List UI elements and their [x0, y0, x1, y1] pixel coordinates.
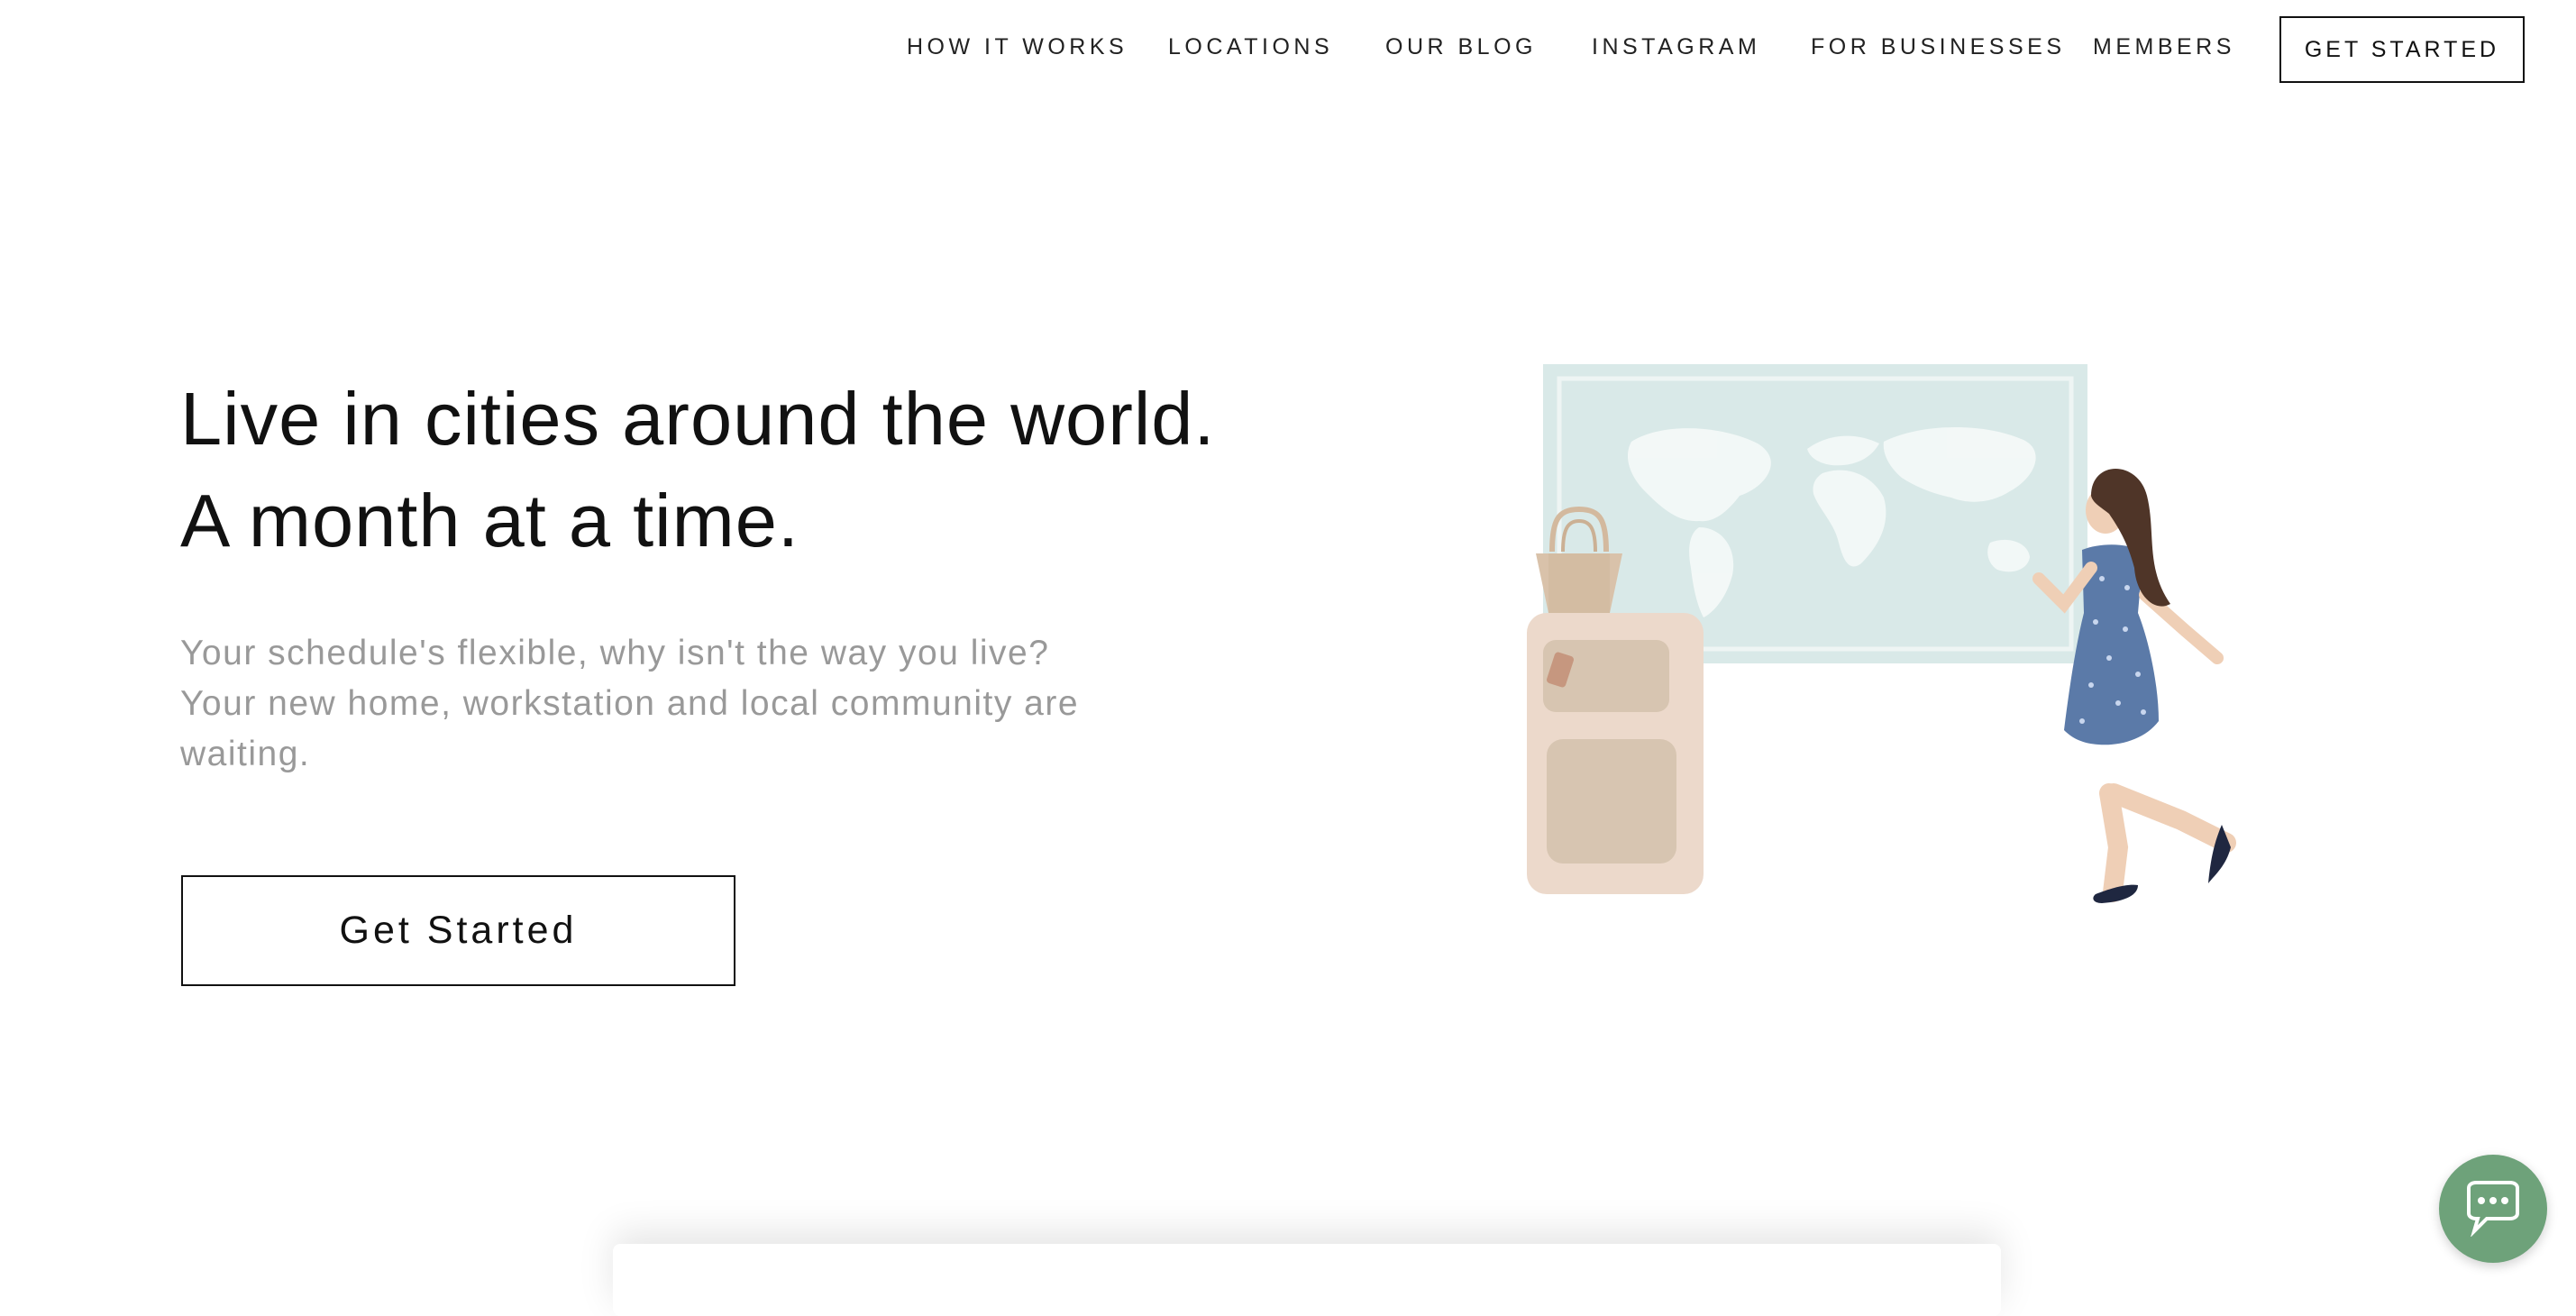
hero-subtitle-line-1: Your schedule's flexible, why isn't the …	[180, 634, 1050, 672]
nav-link-for-businesses[interactable]: FOR BUSINESSES	[1811, 34, 2066, 60]
top-nav: HOW IT WORKS LOCATIONS OUR BLOG INSTAGRA…	[0, 0, 2576, 99]
hero-subtitle-line-2: Your new home, workstation and local com…	[180, 684, 1080, 723]
nav-link-our-blog[interactable]: OUR BLOG	[1385, 34, 1537, 60]
nav-link-how-it-works[interactable]: HOW IT WORKS	[907, 34, 1128, 60]
nav-link-members[interactable]: MEMBERS	[2093, 34, 2235, 60]
suitcase-illustration	[1527, 613, 1704, 894]
hero-title-line-1: Live in cities around the world.	[180, 377, 1216, 461]
chat-button[interactable]	[2439, 1155, 2547, 1263]
hero-title: Live in cities around the world. A month…	[180, 368, 1216, 571]
hero-subtitle: Your schedule's flexible, why isn't the …	[180, 628, 1172, 780]
nav-link-locations[interactable]: LOCATIONS	[1168, 34, 1333, 60]
chat-bubble-icon	[2467, 1181, 2519, 1237]
hero-get-started-button[interactable]: Get Started	[181, 875, 735, 986]
next-section-card	[613, 1244, 2001, 1316]
hero-title-line-2: A month at a time.	[180, 479, 799, 562]
travel-illustration	[1527, 364, 2236, 903]
nav-link-instagram[interactable]: INSTAGRAM	[1592, 34, 1760, 60]
hero-subtitle-line-3: waiting.	[180, 735, 311, 773]
nav-get-started-button[interactable]: GET STARTED	[2279, 16, 2525, 83]
